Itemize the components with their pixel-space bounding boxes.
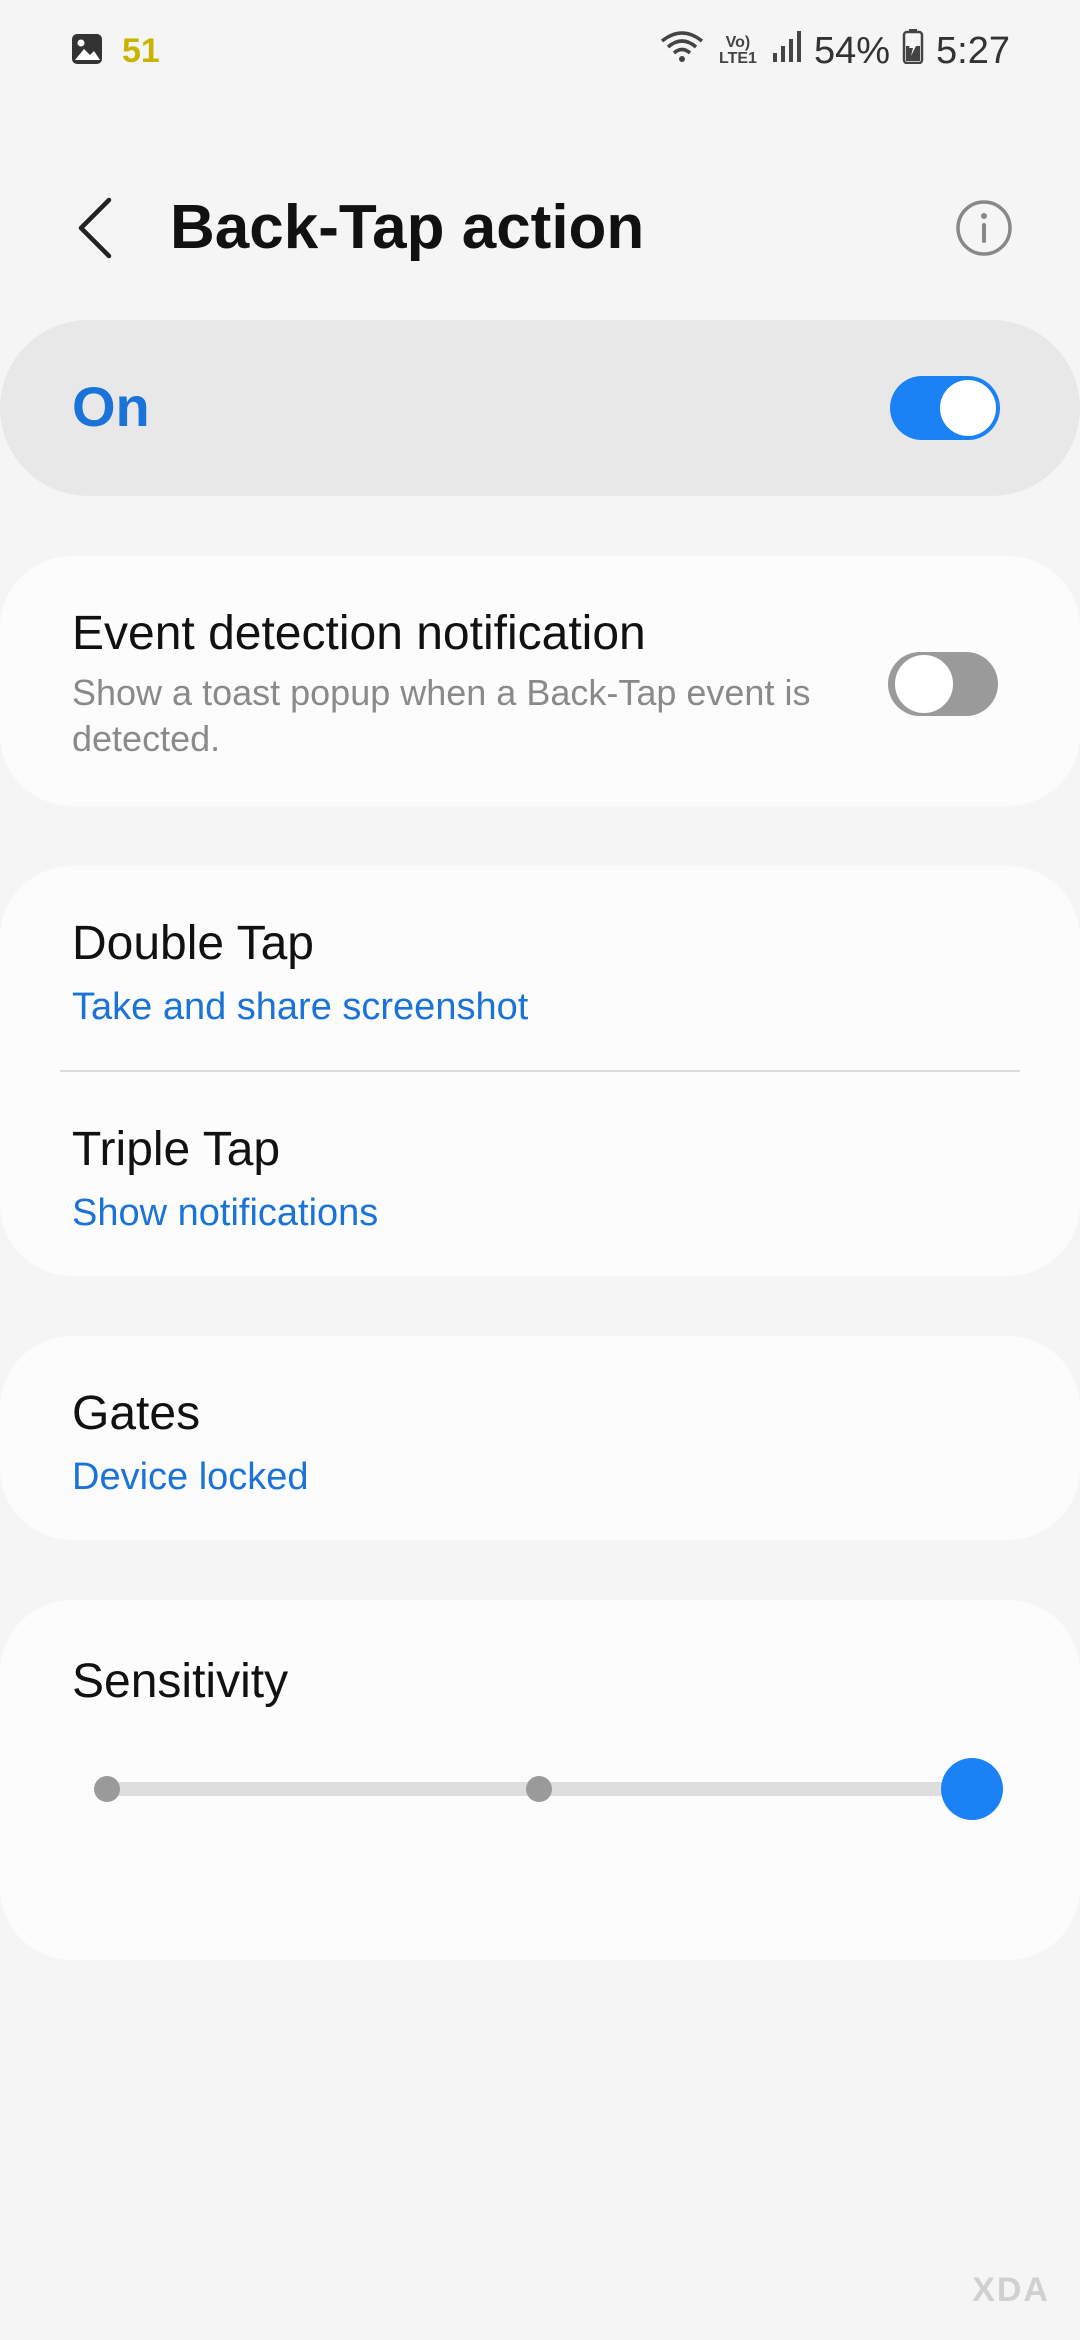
master-switch-label: On	[72, 375, 150, 438]
event-notification-card[interactable]: Event detection notification Show a toas…	[0, 556, 1080, 806]
volte-icon: Vo) LTE1	[719, 34, 757, 67]
back-tap-settings-screen: 51 Vo) LTE1 54% 5:27 Back-Tap action On …	[0, 0, 1080, 2340]
sensitivity-level-1[interactable]	[94, 1776, 120, 1802]
clock: 5:27	[936, 29, 1010, 72]
event-notification-description: Show a toast popup when a Back-Tap event…	[72, 672, 811, 759]
gates-card[interactable]: Gates Device locked	[0, 1336, 1080, 1540]
double-tap-value: Take and share screenshot	[72, 986, 529, 1028]
master-switch-row[interactable]: On	[0, 320, 1080, 496]
notification-count: 51	[122, 32, 160, 70]
gallery-icon	[70, 32, 104, 71]
status-bar-right: Vo) LTE1 54% 5:27	[660, 28, 1010, 74]
toggle-knob	[892, 652, 956, 716]
chevron-left-icon	[75, 196, 115, 265]
status-bar: 51 Vo) LTE1 54% 5:27	[0, 0, 1080, 104]
page-title: Back-Tap action	[170, 193, 645, 262]
triple-tap-row[interactable]: Triple Tap Show notifications	[0, 1072, 1080, 1276]
sensitivity-title: Sensitivity	[72, 1655, 289, 1708]
app-header: Back-Tap action	[0, 180, 1080, 280]
signal-icon	[772, 29, 802, 73]
triple-tap-value: Show notifications	[72, 1192, 379, 1234]
info-button[interactable]	[954, 198, 1014, 258]
info-icon	[954, 200, 1014, 262]
wifi-icon	[660, 29, 704, 73]
gates-title: Gates	[72, 1387, 201, 1440]
tap-actions-card: Double Tap Take and share screenshot Tri…	[0, 866, 1080, 1276]
xda-watermark: XDA	[972, 2271, 1050, 2309]
back-button[interactable]	[60, 190, 130, 270]
status-bar-left: 51	[70, 32, 160, 71]
sensitivity-level-2[interactable]	[526, 1776, 552, 1802]
gates-value: Device locked	[72, 1456, 309, 1498]
sensitivity-slider-thumb[interactable]	[941, 1758, 1003, 1820]
event-notification-title: Event detection notification	[72, 607, 646, 660]
battery-percent: 54%	[813, 29, 891, 72]
triple-tap-title: Triple Tap	[72, 1123, 281, 1176]
event-notification-toggle[interactable]	[888, 652, 998, 716]
toggle-knob	[940, 380, 996, 436]
double-tap-title: Double Tap	[72, 917, 314, 970]
double-tap-row[interactable]: Double Tap Take and share screenshot	[0, 866, 1080, 1070]
battery-charging-icon	[902, 28, 924, 74]
master-toggle[interactable]	[890, 376, 1000, 440]
sensitivity-card: Sensitivity	[0, 1600, 1080, 1960]
